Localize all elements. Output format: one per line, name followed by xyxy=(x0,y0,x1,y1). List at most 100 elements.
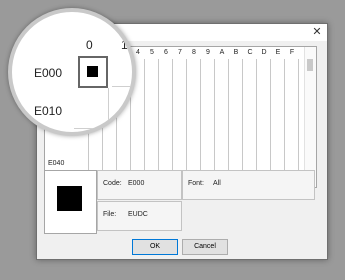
grid-cell[interactable] xyxy=(285,73,299,88)
grid-cell[interactable] xyxy=(145,59,159,74)
cancel-button[interactable]: Cancel xyxy=(182,239,228,255)
grid-cell[interactable] xyxy=(229,73,243,88)
grid-cell[interactable] xyxy=(243,59,257,74)
grid-cell[interactable] xyxy=(285,129,299,144)
grid-cell[interactable] xyxy=(159,115,173,130)
grid-cell[interactable] xyxy=(229,129,243,144)
grid-cell[interactable] xyxy=(117,143,131,158)
grid-cell[interactable] xyxy=(145,87,159,102)
grid-cell[interactable] xyxy=(243,143,257,158)
grid-cell[interactable] xyxy=(243,129,257,144)
grid-cell[interactable] xyxy=(103,143,117,158)
grid-cell[interactable] xyxy=(229,101,243,116)
grid-cell[interactable] xyxy=(257,59,271,74)
grid-cell[interactable] xyxy=(159,143,173,158)
grid-cell[interactable] xyxy=(271,73,285,88)
grid-cell[interactable] xyxy=(271,143,285,158)
grid-cell[interactable] xyxy=(201,73,215,88)
column-header: C xyxy=(247,49,253,56)
vertical-scrollbar[interactable]: ⌄ xyxy=(304,47,316,187)
grid-cell[interactable] xyxy=(271,115,285,130)
grid-cell[interactable] xyxy=(173,143,187,158)
grid-cell[interactable] xyxy=(271,59,285,74)
grid-cell[interactable] xyxy=(229,143,243,158)
grid-cell[interactable] xyxy=(243,87,257,102)
grid-cell[interactable] xyxy=(187,143,201,158)
grid-cell[interactable] xyxy=(173,59,187,74)
grid-cell[interactable] xyxy=(117,129,131,144)
grid-cell[interactable] xyxy=(215,73,229,88)
grid-cell[interactable] xyxy=(103,129,117,144)
grid-cell[interactable] xyxy=(215,87,229,102)
grid-cell[interactable] xyxy=(131,129,145,144)
grid-cell[interactable] xyxy=(187,59,201,74)
grid-cell[interactable] xyxy=(131,101,145,116)
grid-cell[interactable] xyxy=(285,59,299,74)
grid-cell[interactable] xyxy=(173,73,187,88)
grid-cell[interactable] xyxy=(285,115,299,130)
grid-cell[interactable] xyxy=(201,87,215,102)
grid-cell[interactable] xyxy=(215,143,229,158)
grid-cell[interactable] xyxy=(173,115,187,130)
grid-cell[interactable] xyxy=(173,101,187,116)
close-button[interactable]: ✕ xyxy=(310,25,324,39)
grid-cell[interactable] xyxy=(271,87,285,102)
grid-cell[interactable] xyxy=(243,115,257,130)
grid-cell[interactable] xyxy=(201,129,215,144)
magnified-grid-cell xyxy=(108,88,132,129)
grid-cell[interactable] xyxy=(201,59,215,74)
grid-cell[interactable] xyxy=(257,73,271,88)
grid-cell[interactable] xyxy=(159,129,173,144)
grid-cell[interactable] xyxy=(243,101,257,116)
column-header: F xyxy=(289,49,295,56)
grid-cell[interactable] xyxy=(201,143,215,158)
file-field: File: EUDC xyxy=(97,201,182,231)
grid-cell[interactable] xyxy=(145,143,159,158)
grid-cell[interactable] xyxy=(285,101,299,116)
grid-cell[interactable] xyxy=(271,129,285,144)
magnified-row-label: E010 xyxy=(34,104,63,118)
grid-cell[interactable] xyxy=(229,115,243,130)
grid-cell[interactable] xyxy=(285,143,299,158)
grid-cell[interactable] xyxy=(187,101,201,116)
grid-cell[interactable] xyxy=(159,73,173,88)
ok-button[interactable]: OK xyxy=(132,239,178,255)
grid-cell[interactable] xyxy=(271,101,285,116)
grid-cell[interactable] xyxy=(257,129,271,144)
grid-cell[interactable] xyxy=(187,129,201,144)
grid-cell[interactable] xyxy=(215,129,229,144)
grid-cell[interactable] xyxy=(229,59,243,74)
grid-cell[interactable] xyxy=(215,115,229,130)
selected-cell-e000[interactable] xyxy=(78,56,108,88)
column-header: 6 xyxy=(164,49,168,56)
scrollbar-thumb[interactable] xyxy=(307,59,313,71)
grid-cell[interactable] xyxy=(187,87,201,102)
grid-cell[interactable] xyxy=(89,143,103,158)
grid-cell[interactable] xyxy=(229,87,243,102)
grid-cell[interactable] xyxy=(257,87,271,102)
grid-cell[interactable] xyxy=(159,59,173,74)
grid-cell[interactable] xyxy=(145,115,159,130)
grid-cell[interactable] xyxy=(257,143,271,158)
grid-cell[interactable] xyxy=(215,59,229,74)
grid-cell[interactable] xyxy=(243,73,257,88)
grid-cell[interactable] xyxy=(201,101,215,116)
grid-cell[interactable] xyxy=(173,129,187,144)
grid-cell[interactable] xyxy=(201,115,215,130)
grid-cell[interactable] xyxy=(145,101,159,116)
grid-cell[interactable] xyxy=(131,143,145,158)
grid-cell[interactable] xyxy=(215,101,229,116)
grid-cell[interactable] xyxy=(173,87,187,102)
grid-cell[interactable] xyxy=(257,101,271,116)
grid-cell[interactable] xyxy=(75,143,89,158)
grid-cell[interactable] xyxy=(257,115,271,130)
grid-cell[interactable] xyxy=(285,87,299,102)
grid-cell[interactable] xyxy=(187,115,201,130)
grid-cell[interactable] xyxy=(145,129,159,144)
grid-cell[interactable] xyxy=(131,115,145,130)
grid-cell[interactable] xyxy=(159,101,173,116)
column-header: A xyxy=(219,49,225,56)
grid-cell[interactable] xyxy=(145,73,159,88)
grid-cell[interactable] xyxy=(187,73,201,88)
grid-cell[interactable] xyxy=(159,87,173,102)
